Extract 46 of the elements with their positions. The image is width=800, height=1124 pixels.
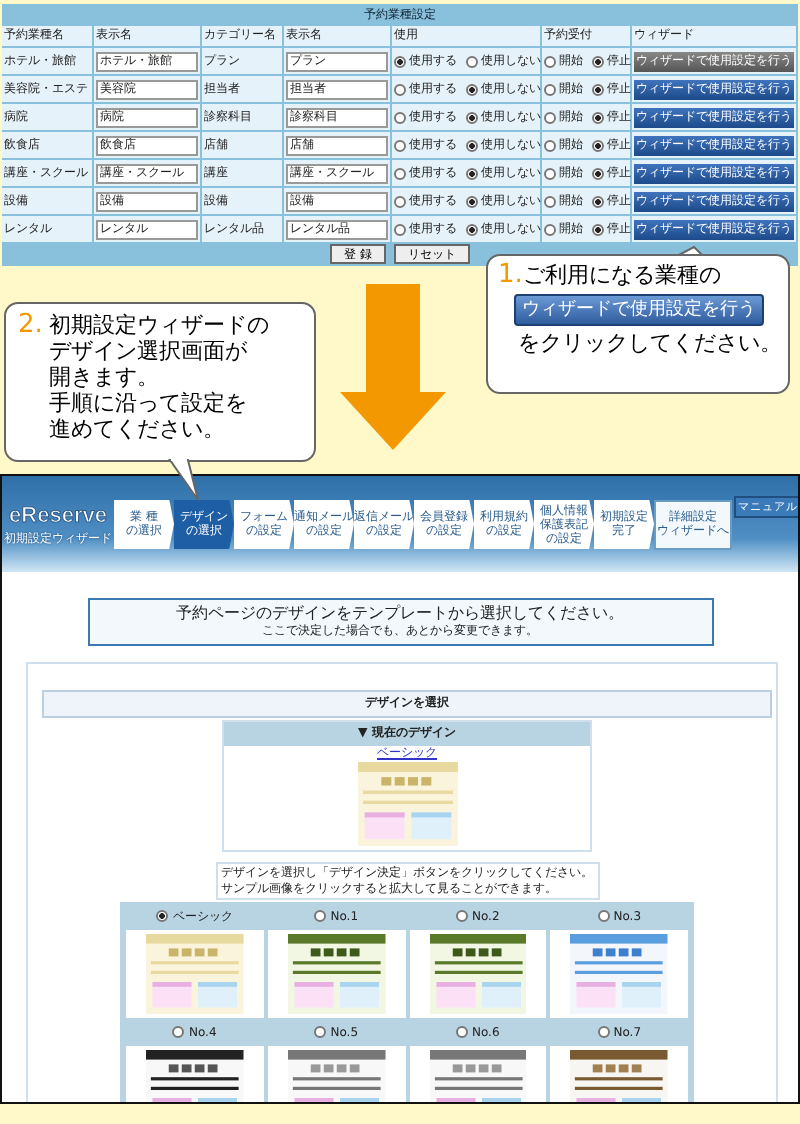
- radio-button[interactable]: [592, 111, 604, 123]
- radio-button[interactable]: [314, 1026, 327, 1038]
- radio-button[interactable]: [544, 223, 556, 235]
- callout-text: をクリックしてください。: [516, 330, 778, 358]
- radio-button[interactable]: [466, 139, 478, 151]
- radio-button[interactable]: [172, 1026, 185, 1038]
- callout-text: 進めてください。: [48, 416, 227, 442]
- radio-button[interactable]: [455, 1026, 468, 1038]
- radio-button[interactable]: [394, 55, 406, 67]
- radio-button[interactable]: [394, 83, 406, 95]
- callout-text: 開きます。: [48, 364, 161, 390]
- step-number: 2.: [18, 312, 43, 338]
- callout-text: 手順に沿って設定を: [48, 390, 249, 416]
- radio-button[interactable]: [544, 55, 556, 67]
- radio-button[interactable]: [544, 167, 556, 179]
- radio-button[interactable]: [592, 83, 604, 95]
- radio-button[interactable]: [394, 223, 406, 235]
- radio-button[interactable]: [394, 195, 406, 207]
- logo: eReserve: [9, 501, 107, 529]
- radio-button[interactable]: [156, 910, 169, 922]
- callout-text: ご利用になる業種の: [522, 262, 721, 288]
- callout-text: デザイン選択画面が: [48, 338, 249, 364]
- radio-button[interactable]: [394, 167, 406, 179]
- radio-button[interactable]: [544, 195, 556, 207]
- step-number: 1.: [498, 260, 523, 290]
- radio-button[interactable]: [544, 139, 556, 151]
- radio-button[interactable]: [592, 139, 604, 151]
- radio-button[interactable]: [544, 83, 556, 95]
- radio-button[interactable]: [466, 111, 478, 123]
- radio-button[interactable]: [394, 111, 406, 123]
- radio-button[interactable]: [466, 195, 478, 207]
- radio-button[interactable]: [592, 195, 604, 207]
- radio-button[interactable]: [394, 139, 406, 151]
- radio-button[interactable]: [592, 167, 604, 179]
- radio-button[interactable]: [466, 55, 478, 67]
- radio-button[interactable]: [592, 55, 604, 67]
- radio-button[interactable]: [455, 910, 468, 922]
- radio-button[interactable]: [466, 83, 478, 95]
- radio-button[interactable]: [466, 167, 478, 179]
- radio-button[interactable]: [592, 223, 604, 235]
- radio-button[interactable]: [597, 910, 610, 922]
- radio-button[interactable]: [466, 223, 478, 235]
- callout-text: 初期設定ウィザードの: [48, 312, 269, 338]
- radio-button[interactable]: [314, 910, 327, 922]
- radio-button[interactable]: [544, 111, 556, 123]
- radio-button[interactable]: [597, 1026, 610, 1038]
